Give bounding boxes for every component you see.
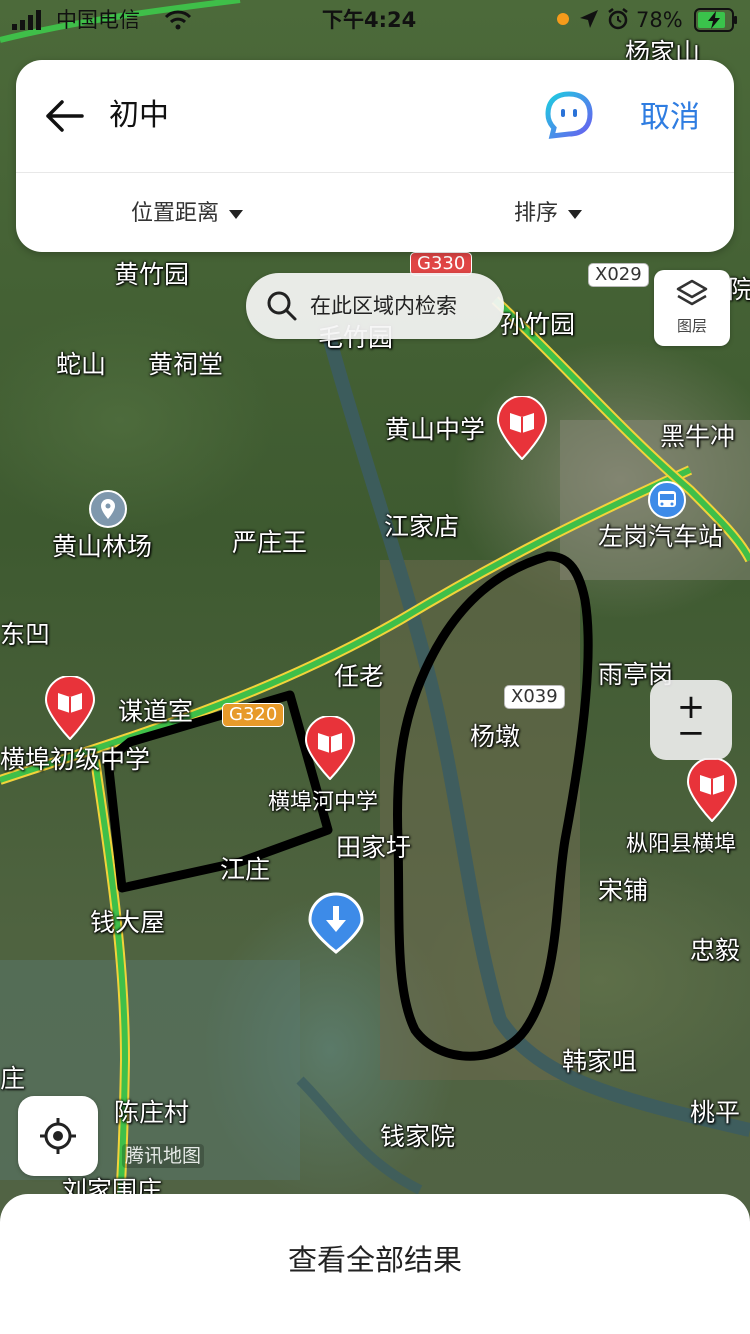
layers-label: 图层 bbox=[676, 317, 707, 335]
poi-marker-icon[interactable] bbox=[89, 490, 127, 528]
zoom-control: + − bbox=[650, 680, 732, 760]
status-bar: 中国电信 下午4:24 78% bbox=[0, 0, 750, 40]
school-marker-icon[interactable] bbox=[496, 396, 548, 460]
carrier-name: 中国电信 bbox=[56, 8, 140, 32]
view-all-results-button[interactable]: 查看全部结果 bbox=[0, 1242, 750, 1278]
map-watermark: 腾讯地图 bbox=[122, 1144, 205, 1168]
place-label: 任老 bbox=[334, 662, 385, 691]
card-divider bbox=[16, 172, 734, 173]
place-label: 庄 bbox=[0, 1064, 26, 1093]
crosshair-icon bbox=[40, 1118, 76, 1154]
signal-icon bbox=[12, 10, 41, 30]
place-label: 杨墩 bbox=[470, 722, 521, 751]
place-label: 孙竹园 bbox=[500, 310, 576, 339]
filter-label: 位置距离 bbox=[131, 201, 220, 226]
place-label: 左岗汽车站 bbox=[598, 522, 724, 551]
place-label: 桃平 bbox=[690, 1098, 741, 1127]
road-tag-x029: X029 bbox=[588, 263, 649, 287]
place-label: 宋铺 bbox=[598, 876, 649, 905]
arrow-left-icon[interactable] bbox=[42, 94, 86, 138]
caret-down-icon bbox=[568, 209, 583, 219]
smart-assistant-icon[interactable] bbox=[544, 90, 594, 140]
layers-button[interactable]: 图层 bbox=[654, 270, 730, 346]
place-label: 黑牛冲 bbox=[660, 422, 736, 451]
place-label: 田家圩 bbox=[336, 833, 412, 862]
location-arrow-icon bbox=[580, 10, 598, 28]
current-location-marker-icon bbox=[308, 892, 364, 954]
battery-charging-icon bbox=[694, 8, 737, 32]
place-label: 蛇山 bbox=[56, 350, 107, 379]
place-label: 钱大屋 bbox=[90, 908, 166, 937]
alarm-icon bbox=[608, 8, 628, 30]
road-tag-g320: G320 bbox=[222, 703, 285, 727]
caret-down-icon bbox=[229, 209, 244, 219]
status-time: 下午4:24 bbox=[322, 8, 417, 32]
place-label: 钱家院 bbox=[380, 1122, 456, 1151]
recording-dot-icon bbox=[557, 13, 569, 25]
search-card: 初中 取消 位置距离 排序 bbox=[16, 60, 734, 252]
results-bottom-sheet[interactable]: 查看全部结果 bbox=[0, 1194, 750, 1334]
search-query[interactable]: 初中 bbox=[109, 98, 169, 134]
battery-percent: 78% bbox=[636, 8, 683, 32]
filter-distance-dropdown[interactable]: 位置距离 bbox=[131, 200, 244, 228]
zoom-out-button[interactable]: − bbox=[650, 716, 732, 750]
wifi-icon bbox=[164, 10, 192, 30]
place-label: 东凹 bbox=[0, 620, 51, 649]
filter-label: 排序 bbox=[514, 201, 559, 226]
place-label: 院 bbox=[728, 275, 750, 304]
place-label: 横埠河中学 bbox=[268, 790, 379, 815]
school-marker-icon[interactable] bbox=[44, 676, 96, 740]
place-label: 黄山中学 bbox=[385, 415, 486, 444]
school-marker-icon[interactable] bbox=[304, 716, 356, 780]
place-label: 江家店 bbox=[384, 512, 460, 541]
place-label: 陈庄村 bbox=[114, 1098, 190, 1127]
road-tag-x039: X039 bbox=[504, 685, 565, 709]
search-this-area-label: 在此区域内检索 bbox=[310, 294, 457, 318]
place-label: 黄祠堂 bbox=[148, 350, 224, 379]
place-label: 严庄王 bbox=[232, 528, 308, 557]
place-label: 枞阳县横埠 bbox=[626, 832, 737, 857]
place-label: 横埠初级中学 bbox=[0, 745, 151, 774]
place-label: 黄竹园 bbox=[114, 260, 190, 289]
search-icon bbox=[267, 291, 297, 321]
layers-icon bbox=[676, 279, 708, 306]
school-marker-icon[interactable] bbox=[686, 758, 738, 822]
locate-me-button[interactable] bbox=[18, 1096, 98, 1176]
search-this-area-button[interactable]: 在此区域内检索 bbox=[246, 273, 504, 339]
bus-station-icon[interactable] bbox=[648, 481, 686, 519]
filter-sort-dropdown[interactable]: 排序 bbox=[514, 200, 583, 228]
place-label: 黄山林场 bbox=[52, 532, 153, 561]
place-label: 韩家咀 bbox=[562, 1047, 638, 1076]
place-label: 谋道室 bbox=[118, 697, 194, 726]
cancel-button[interactable]: 取消 bbox=[640, 100, 700, 136]
place-label: 江庄 bbox=[220, 855, 271, 884]
place-label: 忠毅 bbox=[690, 936, 741, 965]
